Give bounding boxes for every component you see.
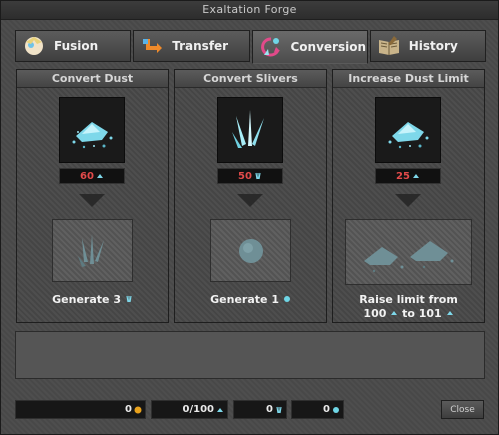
cores-value: 0 — [323, 404, 330, 415]
transfer-icon — [140, 34, 164, 58]
cost-display: 50 — [217, 168, 283, 184]
result-label: Raise limit from — [359, 293, 458, 306]
gold-coin-icon — [134, 406, 142, 413]
close-button[interactable]: Close — [441, 400, 484, 419]
history-book-icon — [377, 34, 401, 58]
core-mini-icon — [333, 406, 339, 413]
tab-conversion-label: Conversion — [290, 40, 367, 54]
dust-pile-icon — [72, 122, 113, 149]
panel-title: Convert Dust — [17, 70, 168, 88]
core-mini-icon — [283, 296, 290, 302]
dust-mini-icon — [217, 407, 223, 412]
panel-title: Increase Dust Limit — [333, 70, 484, 88]
down-arrow-icon — [79, 194, 105, 207]
gold-value: 0 — [125, 404, 132, 415]
slivers-value: 0 — [266, 404, 273, 415]
dust-pile-icon — [388, 122, 429, 149]
result-label: Generate 3 — [52, 293, 121, 306]
sliver-silhouette-icon — [77, 233, 104, 267]
gold-balance: 0 — [15, 400, 146, 419]
result-text: Generate 3 — [17, 293, 168, 306]
down-arrow-icon — [237, 194, 263, 207]
dust-item-slot[interactable] — [375, 97, 441, 163]
tab-history[interactable]: History — [369, 30, 486, 62]
sliver-mini-icon — [255, 172, 261, 180]
limit-to: 101 — [418, 307, 442, 320]
slivers-item-slot[interactable] — [217, 97, 283, 163]
sliver-mini-icon — [276, 406, 282, 413]
tab-transfer[interactable]: Transfer — [133, 30, 250, 62]
fusion-icon — [22, 34, 46, 58]
dust-mini-icon — [446, 311, 453, 315]
dust-balance: 0/100 — [151, 400, 228, 419]
tab-transfer-label: Transfer — [172, 39, 229, 53]
dust-item-slot[interactable] — [59, 97, 125, 163]
conversion-icon — [259, 35, 283, 59]
dust-mini-icon — [96, 174, 103, 178]
result-text: Generate 1 — [175, 293, 326, 306]
sliver-mini-icon — [126, 295, 132, 303]
tab-fusion[interactable]: Fusion — [15, 30, 132, 62]
sliver-result-slot — [52, 219, 133, 282]
cost-display: 25 — [375, 168, 441, 184]
exaltation-forge-window: Exaltation Forge Fusion Transfer Convers… — [0, 0, 499, 435]
down-arrow-icon — [395, 194, 421, 207]
message-area — [15, 331, 485, 379]
tab-conversion[interactable]: Conversion — [251, 30, 368, 64]
panel-title: Convert Slivers — [175, 70, 326, 88]
tab-fusion-label: Fusion — [54, 39, 99, 53]
cost-value: 25 — [396, 170, 410, 182]
core-silhouette-icon — [238, 238, 263, 263]
tab-bar: Fusion Transfer Conversion History — [15, 30, 486, 64]
limit-to-word: to — [402, 307, 415, 320]
limit-range: 100 to 101 — [333, 307, 484, 320]
dust-mini-icon — [391, 311, 398, 315]
result-text: Raise limit from 100 to 101 — [333, 293, 484, 320]
cost-value: 50 — [238, 170, 252, 182]
cost-value: 60 — [80, 170, 94, 182]
dust-piles-silhouette-icon — [363, 241, 453, 273]
slivers-balance: 0 — [233, 400, 287, 419]
limit-from: 100 — [363, 307, 387, 320]
cost-display: 60 — [59, 168, 125, 184]
panel-convert-dust: Convert Dust 60 Generate 3 — [16, 69, 169, 323]
panel-convert-slivers: Convert Slivers 50 Generate 1 — [174, 69, 327, 323]
dust-limit-result-slot — [345, 219, 472, 285]
result-label: Generate 1 — [210, 293, 279, 306]
cores-balance: 0 — [291, 400, 344, 419]
panel-increase-dust-limit: Increase Dust Limit 25 Raise limit from … — [332, 69, 485, 323]
tab-history-label: History — [408, 39, 458, 53]
dust-mini-icon — [412, 174, 419, 178]
core-result-slot — [210, 219, 291, 282]
window-title: Exaltation Forge — [1, 1, 498, 20]
dust-value: 0/100 — [182, 404, 214, 415]
slivers-icon — [232, 110, 264, 148]
